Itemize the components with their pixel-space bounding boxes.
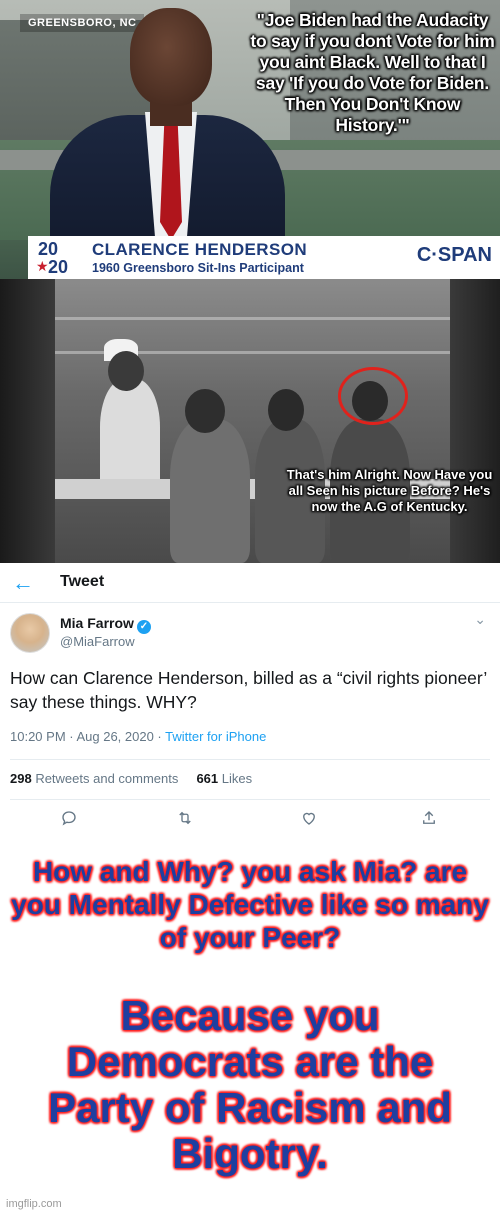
- likes-label[interactable]: Likes: [218, 771, 252, 786]
- retweets-count[interactable]: 298: [10, 771, 32, 786]
- like-icon[interactable]: [300, 809, 318, 832]
- overlay-quote: "Joe Biden had the Audacity to say if yo…: [250, 10, 495, 135]
- retweets-label[interactable]: Retweets and comments: [32, 771, 178, 786]
- back-arrow-icon[interactable]: ←: [12, 570, 34, 596]
- commentary-question: How and Why? you ask Mia? are you Mental…: [11, 856, 489, 953]
- user-handle[interactable]: @MiaFarrow: [60, 634, 135, 649]
- logo-2020-top: 20: [38, 239, 59, 259]
- divider: [10, 759, 490, 760]
- photo-person-2-head: [268, 389, 304, 431]
- highlight-circle: [338, 367, 408, 425]
- tweet-panel: ← Tweet Mia Farrow ✓ @MiaFarrow ⌄ How can…: [0, 563, 500, 841]
- reply-icon[interactable]: [60, 809, 78, 832]
- display-name-text[interactable]: Mia Farrow: [60, 615, 134, 631]
- historic-photo-panel: That's him Alright. Now Have you all See…: [0, 279, 500, 563]
- lower-third-banner: 20 ★ 20 CLARENCE HENDERSON 1960 Greensbo…: [28, 236, 500, 279]
- tweet-meta: 10:20 PM · Aug 26, 2020 · Twitter for iP…: [10, 729, 266, 744]
- network-logo: C·SPAN: [416, 244, 492, 266]
- photo-caption: That's him Alright. Now Have you all See…: [286, 467, 493, 514]
- photo-person-1: [170, 419, 250, 563]
- photo-border-right: [450, 279, 500, 563]
- logo-2020: 20 ★ 20: [34, 240, 88, 276]
- news-still-panel: GREENSBORO, NC "Joe Biden had the Audaci…: [0, 0, 500, 279]
- commentary-panel: How and Why? you ask Mia? are you Mental…: [0, 841, 500, 1214]
- star-icon: ★: [36, 258, 49, 274]
- watermark: imgflip.com: [6, 1198, 62, 1210]
- tweet-time: 10:20 PM · Aug 26, 2020 ·: [10, 729, 166, 744]
- name-block: CLARENCE HENDERSON 1960 Greensboro Sit-I…: [92, 240, 307, 275]
- tweet-text: How can Clarence Henderson, billed as a …: [10, 668, 487, 712]
- divider: [10, 799, 490, 800]
- tweet-header-title: Tweet: [60, 573, 105, 590]
- verified-icon: ✓: [136, 620, 151, 634]
- speaker-head: [130, 8, 212, 106]
- tweet-actions: [0, 809, 500, 833]
- share-icon[interactable]: [420, 809, 438, 832]
- tweet-header: ← Tweet: [0, 563, 500, 603]
- likes-count[interactable]: 661: [196, 771, 218, 786]
- photo-shelf: [55, 317, 450, 320]
- speaker-name: CLARENCE HENDERSON: [92, 240, 307, 259]
- display-name[interactable]: Mia Farrow ✓: [60, 615, 151, 634]
- tweet-stats: 298 Retweets and comments 661 Likes: [10, 771, 252, 786]
- tweet-source-link[interactable]: Twitter for iPhone: [165, 729, 266, 744]
- photo-cook-head: [108, 351, 144, 391]
- retweet-icon[interactable]: [175, 809, 195, 832]
- chevron-down-icon[interactable]: ⌄: [474, 611, 486, 628]
- logo-2020-bottom: 20: [48, 257, 69, 277]
- photo-border-left: [0, 279, 55, 563]
- speaker-subtitle: 1960 Greensboro Sit-Ins Participant: [92, 261, 304, 275]
- photo-person-1-head: [185, 389, 225, 433]
- commentary-statement: Because you Democrats are the Party of R…: [48, 992, 452, 1177]
- avatar[interactable]: [10, 613, 50, 653]
